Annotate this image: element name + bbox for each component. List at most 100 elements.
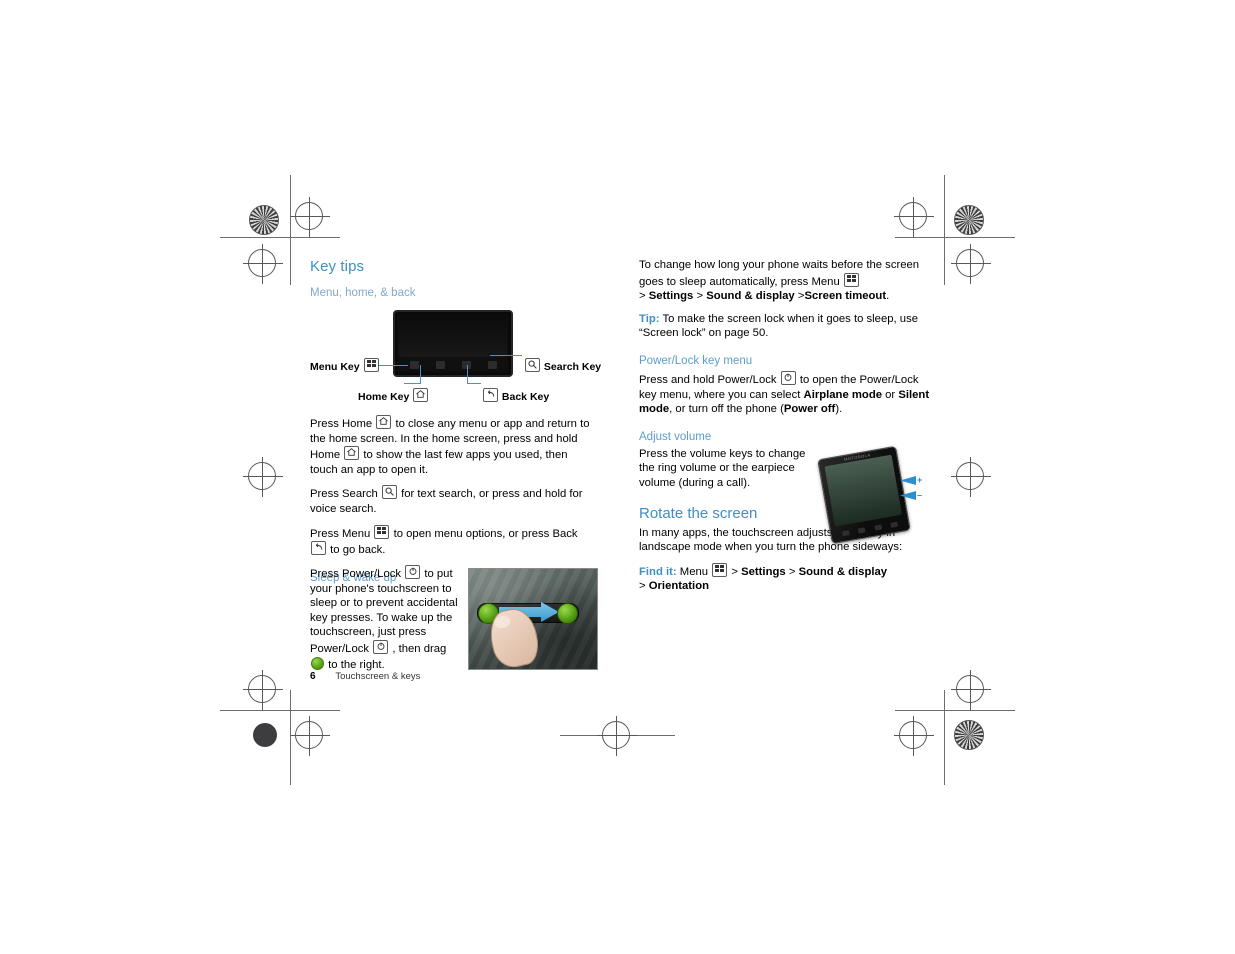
heading-adjust-volume: Adjust volume (639, 430, 712, 443)
menu-path-screen-timeout: Screen timeout (804, 290, 887, 303)
phone-illustration (393, 310, 513, 377)
phone-menu-key (841, 530, 850, 537)
paragraph-home: Press Home to close any menu or app and … (310, 415, 595, 477)
menu-key-icon (363, 358, 379, 372)
search-key-icon (381, 485, 397, 500)
page-number: 6 (310, 671, 316, 682)
menu-path-settings: Settings (741, 565, 786, 578)
registration-star-br (954, 720, 984, 750)
crop-line-right (944, 175, 945, 285)
home-key-icon (344, 446, 360, 461)
paragraph-find-it: Find it: Menu > Settings > Sound & displ… (639, 562, 939, 594)
option-power-off: Power off (783, 403, 836, 416)
menu-key-icon (843, 272, 859, 287)
paragraph-sleep: Press Power/Lock to put your phone's tou… (310, 565, 462, 672)
registration-mark-l3 (243, 670, 283, 710)
phone-screen (399, 315, 507, 357)
registration-mark-bl (290, 716, 330, 756)
registration-star-tl (249, 205, 279, 235)
registration-mark-tl (290, 197, 330, 237)
crop-line-top (220, 237, 340, 238)
unlock-handle-right (557, 603, 578, 624)
power-lock-key-icon (373, 639, 389, 654)
registration-mark-bc (597, 716, 637, 756)
menu-path-sound-display: Sound & display (798, 565, 888, 578)
phone-back-key (461, 361, 471, 369)
registration-mark-r2 (951, 457, 991, 497)
paragraph-search: Press Search for text search, or press a… (310, 485, 595, 516)
crop-line-right-2 (944, 690, 945, 785)
registration-mark-l1 (243, 244, 283, 284)
power-lock-key-icon (780, 370, 796, 385)
find-it-label: Find it: (639, 565, 677, 578)
paragraph-menu: Press Menu to open menu options, or pres… (310, 524, 595, 558)
figure-label-search-key: Search Key (524, 358, 601, 373)
print-sheet: Key tips Menu, home, & back Menu Key Sea… (0, 0, 1235, 954)
left-column: Key tips Menu, home, & back (310, 258, 610, 305)
key-tips-figure: Menu Key Search Key Home Key Back Key (310, 300, 610, 410)
crop-line-bottom (220, 710, 340, 711)
registration-star-tr (954, 205, 984, 235)
section-subtitle: Menu, home, & back (310, 287, 416, 299)
page-footer: 6 Touchscreen & keys (310, 671, 420, 682)
left-body-text: Press Home to close any menu or app and … (310, 415, 595, 588)
leader-line-back (467, 365, 468, 383)
leader-line-home-h (404, 383, 421, 384)
registration-mark-r1 (951, 244, 991, 284)
volume-minus-label: – (917, 490, 923, 500)
phone-key-row (401, 359, 505, 371)
menu-key-icon (374, 524, 390, 539)
crop-line-left-2 (290, 690, 291, 785)
paragraph-adjust-volume: Press the volume keys to change the ring… (639, 447, 806, 489)
volume-up-arrow-icon (900, 476, 916, 485)
right-column: To change how long your phone waits befo… (639, 258, 939, 602)
figure-label-back-key: Back Key (482, 388, 549, 403)
option-airplane-mode: Airplane mode (803, 388, 882, 401)
menu-key-icon (712, 562, 728, 577)
crop-line-bottom-2 (895, 710, 1015, 711)
tip-text: To make the screen lock when it goes to … (639, 312, 919, 340)
phone-search-key (487, 361, 497, 369)
sleep-paragraph-block: Press Power/Lock to put your phone's tou… (310, 565, 462, 680)
leader-line-home (420, 365, 421, 383)
registration-mark-r3 (951, 670, 991, 710)
menu-path-sound-display: Sound & display (706, 290, 795, 303)
unlock-handle-icon (311, 656, 324, 670)
phone-home-key (857, 527, 866, 534)
menu-path-settings: Settings (648, 290, 694, 303)
registration-mark-l2 (243, 457, 283, 497)
phone-menu-key (409, 361, 419, 369)
paragraph-power-lock: Press and hold Power/Lock to open the Po… (639, 370, 939, 417)
page-title: Key tips (310, 258, 365, 275)
leader-line-back-h (467, 383, 481, 384)
figure-label-home-key: Home Key (358, 388, 429, 403)
heading-power-lock-menu: Power/Lock key menu (639, 354, 753, 367)
figure-label-menu-key: Menu Key (310, 358, 380, 373)
search-key-icon (525, 358, 540, 372)
leader-line-search (490, 355, 522, 356)
registration-dot-bl (253, 723, 277, 747)
home-key-icon (376, 415, 392, 429)
leader-line-menu (378, 365, 408, 366)
registration-mark-br (894, 716, 934, 756)
paragraph-tip: Tip: To make the screen lock when it goe… (639, 312, 939, 341)
menu-path-orientation: Orientation (648, 580, 710, 593)
phone-screen (824, 454, 902, 527)
crop-line-top-2 (895, 237, 1015, 238)
tip-label: Tip: (639, 312, 660, 325)
registration-mark-tr (894, 197, 934, 237)
phone-sideways-photo: MOTOROLA (817, 445, 911, 545)
phone-home-key (435, 361, 445, 369)
unlock-screen-photo (468, 568, 598, 670)
volume-down-arrow-icon (900, 491, 916, 500)
volume-plus-label: + (917, 475, 923, 485)
home-key-icon (413, 388, 429, 402)
back-key-icon (483, 388, 498, 402)
crop-line-left (290, 175, 291, 285)
volume-key-callout: + – (900, 476, 922, 508)
footer-caption: Touchscreen & keys (335, 671, 421, 682)
phone-back-key (874, 524, 882, 531)
power-lock-key-icon (405, 565, 421, 579)
phone-search-key (890, 521, 899, 528)
paragraph-screen-timeout: To change how long your phone waits befo… (639, 259, 920, 303)
